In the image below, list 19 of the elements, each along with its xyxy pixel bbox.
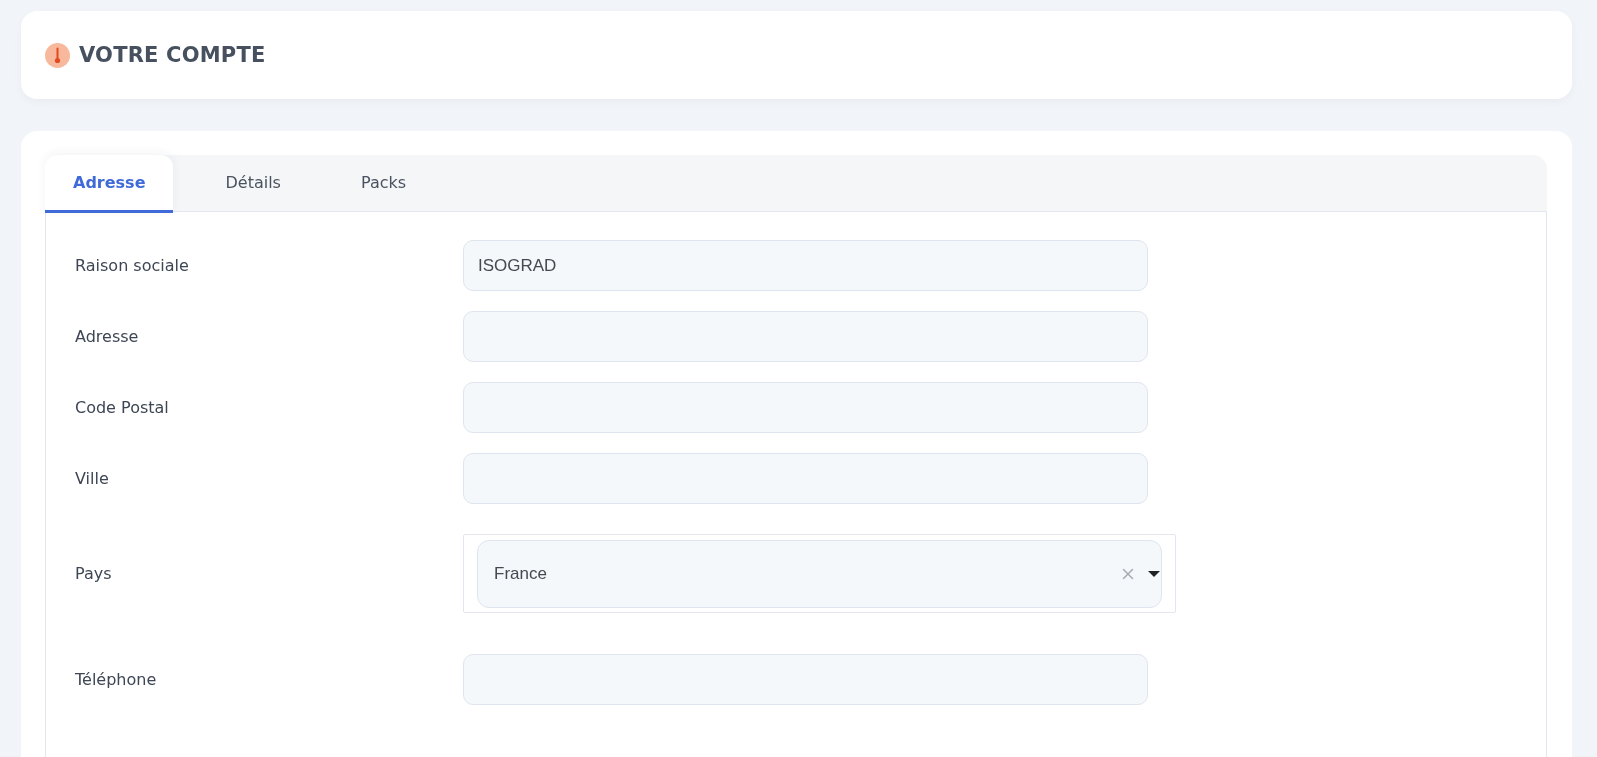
field-label: Ville xyxy=(75,469,109,488)
clear-icon[interactable] xyxy=(1122,568,1134,580)
tab[interactable]: Adresse xyxy=(45,155,174,213)
input-field[interactable] xyxy=(463,382,1148,433)
page-title: VOTRE COMPTE xyxy=(79,43,266,67)
input-field[interactable] xyxy=(463,453,1148,504)
tab[interactable]: Détails xyxy=(197,155,309,213)
select-field[interactable]: France xyxy=(477,540,1162,608)
field-label: Pays xyxy=(75,564,112,583)
tab[interactable]: Packs xyxy=(332,155,435,213)
field-label: Code Postal xyxy=(75,398,169,417)
input-field[interactable] xyxy=(463,654,1148,705)
input-field[interactable]: ISOGRAD xyxy=(463,240,1148,291)
field-label: Téléphone xyxy=(75,670,157,689)
thermometer-icon xyxy=(45,42,70,68)
field-label: Adresse xyxy=(75,327,139,346)
field-label: Raison sociale xyxy=(75,256,189,275)
input-field[interactable] xyxy=(463,311,1148,362)
caret-icon[interactable] xyxy=(1148,571,1160,577)
